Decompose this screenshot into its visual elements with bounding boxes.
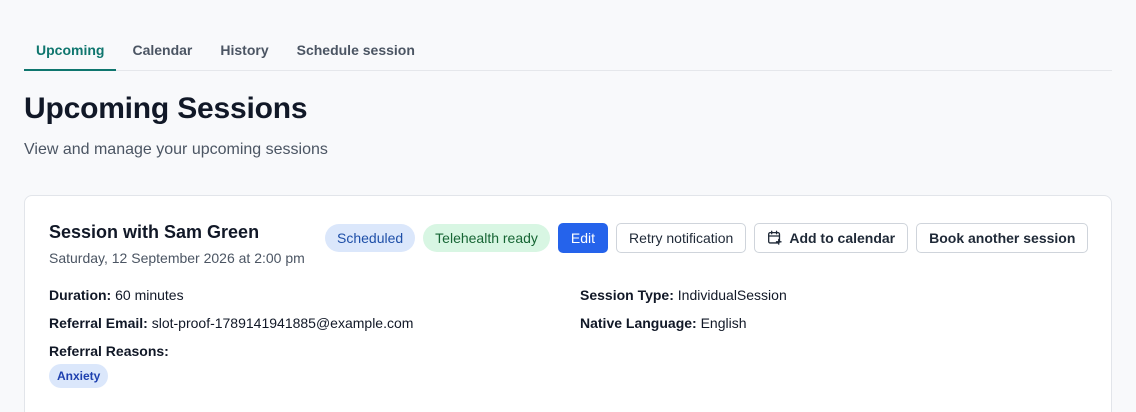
status-badge: Scheduled: [325, 223, 416, 252]
session-actions: Scheduled Telehealth ready Edit Retry no…: [325, 222, 1089, 253]
tab-upcoming[interactable]: Upcoming: [24, 30, 117, 71]
session-title: Session with Sam Green: [49, 222, 260, 242]
page-title: Upcoming Sessions: [24, 92, 308, 125]
duration-value: 60 minutes: [115, 287, 184, 303]
duration-field: Duration: 60 minutes: [49, 287, 184, 303]
session-type-label: Session Type:: [580, 287, 674, 303]
referral-email-label: Referral Email:: [49, 315, 148, 331]
tab-schedule-session[interactable]: Schedule session: [285, 30, 427, 70]
referral-reasons-field: Referral Reasons:: [49, 343, 169, 359]
referral-email-field: Referral Email: slot-proof-1789141941885…: [49, 315, 413, 331]
tab-bar: Upcoming Calendar History Schedule sessi…: [24, 30, 1112, 71]
native-language-label: Native Language:: [580, 315, 697, 331]
session-type-field: Session Type: IndividualSession: [580, 287, 787, 303]
edit-button[interactable]: Edit: [557, 222, 609, 253]
duration-label: Duration:: [49, 287, 112, 303]
add-to-calendar-label: Add to calendar: [789, 229, 896, 246]
calendar-plus-icon: [767, 230, 782, 245]
session-type-value: IndividualSession: [677, 287, 787, 303]
telehealth-badge: Telehealth ready: [423, 223, 550, 252]
tab-calendar[interactable]: Calendar: [120, 30, 204, 70]
add-to-calendar-button[interactable]: Add to calendar: [754, 222, 909, 253]
native-language-field: Native Language: English: [580, 315, 747, 331]
page-subtitle: View and manage your upcoming sessions: [24, 141, 328, 158]
page: Upcoming Calendar History Schedule sessi…: [0, 0, 1136, 412]
tab-history[interactable]: History: [208, 30, 280, 70]
referral-email-value: slot-proof-1789141941885@example.com: [151, 315, 414, 331]
book-another-session-button[interactable]: Book another session: [916, 222, 1089, 253]
retry-notification-button[interactable]: Retry notification: [616, 222, 747, 253]
native-language-value: English: [700, 315, 747, 331]
session-datetime: Saturday, 12 September 2026 at 2:00 pm: [49, 250, 305, 266]
session-card: Session with Sam Green Saturday, 12 Sept…: [24, 195, 1112, 412]
referral-reason-chip: Anxiety: [49, 364, 109, 388]
referral-reasons-label: Referral Reasons:: [49, 343, 169, 359]
